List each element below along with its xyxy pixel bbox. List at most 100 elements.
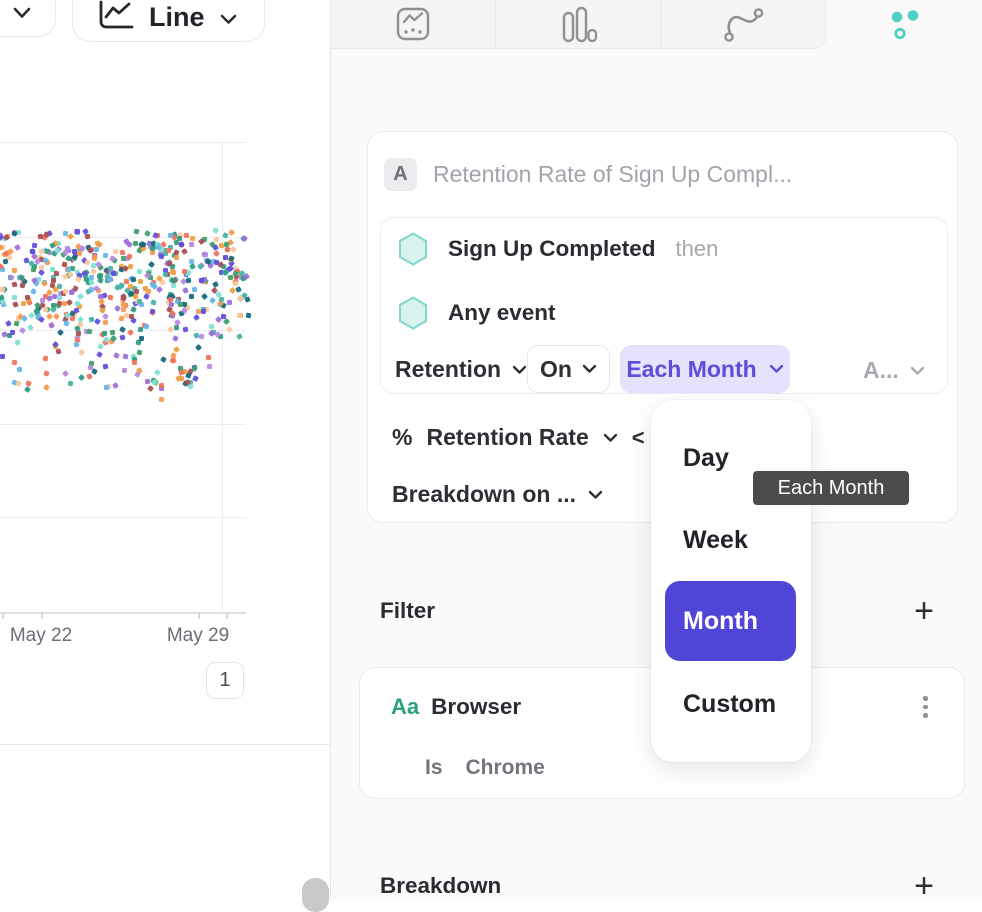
scatter-point xyxy=(12,359,18,365)
scatter-point xyxy=(227,300,232,305)
query-title[interactable]: Retention Rate of Sign Up Compl... xyxy=(433,161,792,188)
scatter-point xyxy=(223,255,228,260)
scatter-point xyxy=(134,229,140,235)
scatter-point xyxy=(91,262,96,267)
line-chart-icon xyxy=(97,0,134,31)
scatter-point xyxy=(91,368,98,375)
scatter-point xyxy=(12,268,17,273)
scatter-point xyxy=(159,397,165,403)
scatter-point xyxy=(104,385,109,390)
scatter-point xyxy=(67,380,73,386)
hexagon-icon xyxy=(398,232,428,266)
scatter-point xyxy=(78,374,85,381)
scatter-point xyxy=(195,344,202,351)
menu-item-day[interactable]: Day xyxy=(683,444,729,473)
kebab-menu-icon[interactable] xyxy=(923,696,929,722)
scatter-point xyxy=(137,299,142,304)
scatter-point xyxy=(30,288,37,295)
menu-item-custom[interactable]: Custom xyxy=(683,690,776,719)
measure-dropdown[interactable]: % Retention Rate < xyxy=(392,424,645,451)
scatter-point xyxy=(46,313,53,320)
add-breakdown-button[interactable]: + xyxy=(914,873,934,899)
scatter-point xyxy=(40,298,45,303)
scatter-point xyxy=(183,327,189,333)
scatter-point xyxy=(75,331,80,336)
scatter-point xyxy=(15,380,21,386)
menu-item-month-selected[interactable]: Month xyxy=(665,581,796,661)
on-label: On xyxy=(540,356,572,383)
scatter-point xyxy=(94,247,99,252)
scatter-point xyxy=(137,327,143,333)
breakdown-heading: Breakdown xyxy=(380,873,501,899)
scatter-point xyxy=(182,287,189,294)
scatter-point xyxy=(174,255,179,260)
breakdown-on-dropdown[interactable]: Breakdown on ... xyxy=(392,481,603,508)
bar-chart-icon xyxy=(558,4,598,44)
scatter-point xyxy=(43,356,49,362)
scatter-point xyxy=(19,283,25,289)
tab-bar-chart[interactable] xyxy=(495,0,660,48)
scatter-point xyxy=(154,369,161,376)
retention-controls-row: Retention On Each Month xyxy=(381,345,949,393)
pagination-page-1[interactable]: 1 xyxy=(206,662,244,699)
scatter-point xyxy=(78,349,85,356)
scatter-point xyxy=(166,248,171,253)
period-dropdown-menu: Day Week Month Custom xyxy=(651,400,811,762)
percent-symbol: % xyxy=(392,424,412,451)
metric-label: Retention xyxy=(395,356,501,383)
scatter-point xyxy=(53,313,60,320)
flow-curve-icon xyxy=(722,6,764,42)
scatter-point xyxy=(51,278,56,283)
scatter-point xyxy=(134,289,139,294)
scatter-point xyxy=(67,233,74,240)
scatter-point xyxy=(119,334,125,340)
scatter-point xyxy=(72,249,77,254)
scatter-point xyxy=(107,294,113,300)
filter-operator: Is xyxy=(425,756,443,780)
scatter-point xyxy=(44,370,50,376)
scatter-point xyxy=(126,241,133,248)
scatter-point xyxy=(147,385,154,392)
scatter-point xyxy=(94,318,101,325)
menu-item-week[interactable]: Week xyxy=(683,526,748,555)
add-filter-button[interactable]: + xyxy=(914,598,934,624)
scatter-point xyxy=(207,364,213,370)
filter-condition[interactable]: Is Chrome xyxy=(425,756,545,780)
scatter-point xyxy=(119,250,125,256)
scatter-point xyxy=(191,287,197,293)
axis-tick xyxy=(41,612,43,619)
collapsed-toolbar-button[interactable] xyxy=(0,0,56,37)
scatter-point xyxy=(114,284,121,291)
scatter-point xyxy=(41,280,48,287)
scatter-point xyxy=(5,320,12,327)
event-row-second[interactable]: Any event xyxy=(398,296,556,330)
period-label: Each Month xyxy=(626,356,756,383)
chevron-down-icon xyxy=(769,364,784,374)
scatter-point xyxy=(15,339,21,345)
scatter-point xyxy=(160,356,167,363)
chevron-down-icon xyxy=(220,14,237,25)
on-dropdown[interactable]: On xyxy=(527,345,610,393)
measure-trailing-text: < xyxy=(632,425,645,451)
scatter-point xyxy=(68,272,73,277)
scatter-point xyxy=(226,326,233,333)
scatter-point xyxy=(201,293,208,300)
gridline-horizontal xyxy=(0,142,246,143)
scatter-point xyxy=(137,350,143,356)
chart-type-line-button[interactable]: Line xyxy=(72,0,265,42)
scatter-point xyxy=(198,333,204,339)
filter-heading: Filter xyxy=(380,598,435,624)
filter-card-header: Aa Browser xyxy=(391,694,521,720)
metric-dropdown[interactable]: Retention xyxy=(395,356,527,383)
event-row-first[interactable]: Sign Up Completed then xyxy=(398,232,718,266)
tab-flow[interactable] xyxy=(660,0,825,48)
scrollbar-thumb[interactable] xyxy=(302,878,329,912)
scatter-point xyxy=(224,247,230,253)
scatter-point xyxy=(173,346,180,353)
truncated-dropdown[interactable]: A... xyxy=(863,357,925,384)
period-dropdown[interactable]: Each Month xyxy=(620,345,790,393)
event-suffix: then xyxy=(676,236,719,262)
tab-retention[interactable] xyxy=(826,0,982,49)
tab-trend-chart[interactable] xyxy=(331,0,495,48)
scatter-point xyxy=(181,249,188,256)
